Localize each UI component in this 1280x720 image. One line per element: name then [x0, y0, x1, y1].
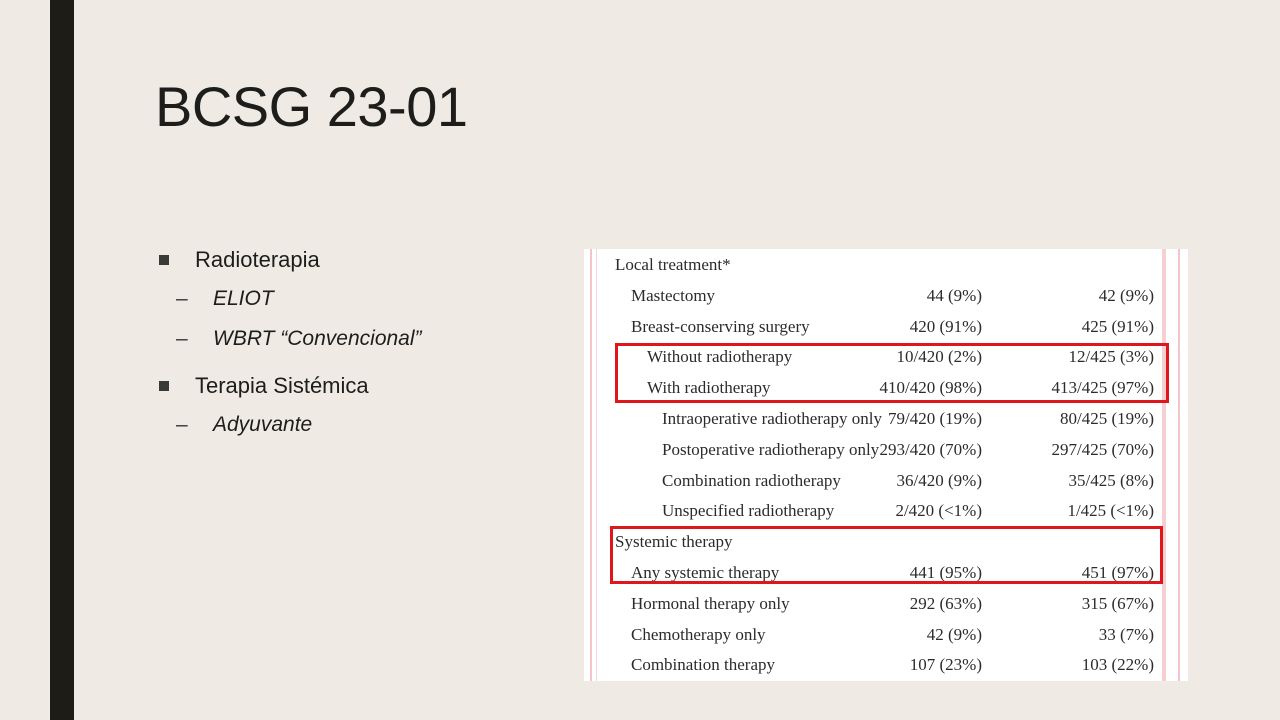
highlight-box-systemic-therapy: [610, 526, 1163, 584]
table-row: Mastectomy 44 (9%) 42 (9%): [584, 281, 1184, 312]
sub-bullet-label: Adyuvante: [213, 413, 313, 436]
table-row: Hormonal therapy only 292 (63%) 315 (67%): [584, 589, 1184, 620]
table-cell-group2: 80/425 (19%): [1060, 409, 1154, 428]
table-cell-group1: 2/420 (<1%): [895, 501, 982, 521]
table-cell-group1: 107 (23%): [909, 655, 982, 675]
table-cell-group1: 293/420 (70%): [879, 439, 982, 459]
table-row: Postoperative radiotherapy only 293/420 (…: [584, 435, 1184, 466]
table-cell-group2: 42 (9%): [1098, 285, 1154, 305]
table-cell-group2: 297/425 (70%): [1051, 439, 1154, 459]
table-cell-group2: 33 (7%): [1098, 624, 1154, 644]
sub-bullet-eliot: – ELIOT: [121, 279, 422, 319]
slide-accent-bar: [50, 0, 74, 720]
bullet-label: Radioterapia: [195, 247, 320, 272]
dash-bullet-icon: –: [176, 327, 188, 350]
table-row-label: Breast-conserving surgery: [631, 316, 810, 336]
table-row-label: Mastectomy: [631, 285, 716, 305]
table-cell-group2: 425 (91%): [1081, 316, 1154, 336]
table-row-label: Combination therapy: [631, 655, 776, 675]
table-row: Unspecified radiotherapy 2/420 (<1%) 1/425…: [584, 496, 1184, 527]
sub-bullet-label: ELIOT: [213, 287, 274, 310]
table-row: Breast-conserving surgery 420 (91%) 425 (9…: [584, 312, 1184, 343]
table-cell-group2: 1/425 (<1%): [1067, 501, 1154, 521]
table-cell-group1: 79/420 (19%): [888, 409, 982, 428]
table-row-label: Combination radiotherapy: [662, 470, 841, 490]
table-cell-group1: 292 (63%): [909, 593, 982, 613]
table-row-label: Unspecified radiotherapy: [662, 501, 835, 521]
table-row-label: Postoperative radiotherapy only: [662, 439, 880, 459]
table-cell-group1: 44 (9%): [926, 285, 982, 305]
table-row: Combination therapy 107 (23%) 103 (22%): [584, 650, 1184, 681]
highlight-box-radiotherapy: [615, 343, 1169, 403]
sub-bullet-adyuvante: – Adyuvante: [121, 405, 422, 445]
table-row-label: Hormonal therapy only: [631, 593, 790, 613]
table-row: Intraoperative radiotherapy only 79/420 (…: [584, 404, 1184, 435]
square-bullet-icon: [159, 381, 169, 391]
bullet-list: Radioterapia – ELIOT – WBRT “Convenciona…: [158, 243, 422, 455]
square-bullet-icon: [159, 255, 169, 265]
table-cell-group2: 315 (67%): [1081, 593, 1154, 613]
table-cell-group1: 420 (91%): [909, 316, 982, 336]
slide-title: BCSG 23-01: [155, 75, 468, 138]
bullet-radioterapia: Radioterapia: [158, 243, 422, 277]
bullet-radioterapia-children: – ELIOT – WBRT “Convencional”: [158, 279, 422, 359]
table-row: Local treatment*: [584, 250, 1184, 281]
table-row-label: Chemotherapy only: [631, 624, 766, 644]
table-cell-group2: 35/425 (8%): [1068, 470, 1154, 490]
dash-bullet-icon: –: [176, 413, 188, 436]
bullet-terapia-sistemica: Terapia Sistémica: [158, 369, 422, 403]
table-row: Combination radiotherapy 36/420 (9%) 35/42…: [584, 466, 1184, 497]
sub-bullet-wbrt: – WBRT “Convencional”: [121, 319, 422, 359]
sub-bullet-label: WBRT “Convencional”: [213, 327, 422, 350]
sub-bullet-list: – ELIOT – WBRT “Convencional”: [158, 279, 422, 359]
bullet-label: Terapia Sistémica: [195, 373, 369, 398]
table-image: Local treatment* Mastectomy 44 (9%) 42 (9%)…: [584, 249, 1188, 681]
table-row: Chemotherapy only 42 (9%) 33 (7%): [584, 620, 1184, 651]
dash-bullet-icon: –: [176, 287, 188, 310]
sub-bullet-list: – Adyuvante: [158, 405, 422, 445]
bullet-terapia-children: – Adyuvante: [158, 405, 422, 445]
table-cell-group2: 103 (22%): [1081, 655, 1154, 675]
table-cell-group1: 42 (9%): [926, 624, 982, 644]
table-cell-group1: 36/420 (9%): [896, 470, 982, 490]
table-row-label: Intraoperative radiotherapy only: [662, 409, 882, 428]
table-row-label: Local treatment*: [615, 255, 731, 274]
